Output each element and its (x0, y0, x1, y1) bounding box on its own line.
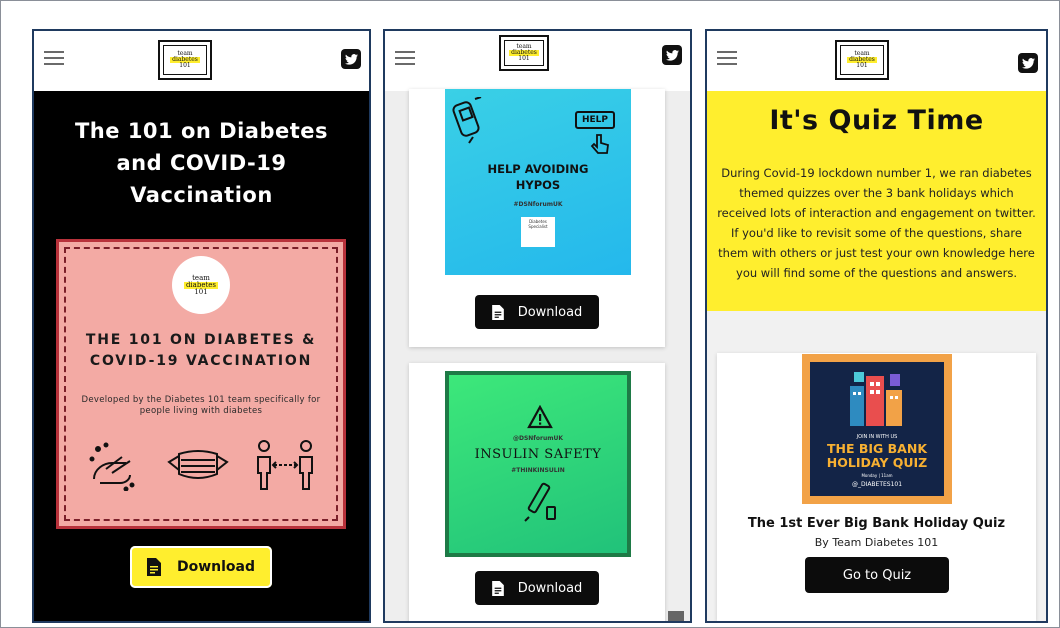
resource-card-insulin: @DSNforumUK INSULIN SAFETY #THINKINSULIN… (409, 363, 665, 621)
dsn-badge: Diabetes Specialist (521, 217, 555, 247)
download-button-label: Download (517, 304, 583, 320)
poster-subtitle: Developed by the Diabetes 101 team speci… (81, 395, 321, 416)
phone-screen-vaccination: team diabetes 101 The 101 on Diabetes an… (32, 29, 371, 623)
document-icon (146, 558, 161, 576)
insulin-tag-top: @DSNforumUK (512, 435, 564, 442)
download-button-label: Download (176, 559, 256, 575)
vaccination-section: The 101 on Diabetes and COVID-19 Vaccina… (34, 91, 369, 621)
badge-text-bot: 101 (194, 287, 208, 296)
poster-join-text: JOIN IN WITH US (856, 434, 898, 440)
quiz-description: During Covid-19 lockdown number 1, we ra… (717, 166, 1036, 280)
team-diabetes-logo[interactable]: team diabetes 101 (158, 40, 212, 80)
document-icon (491, 580, 504, 596)
collage-frame: team diabetes 101 The 101 on Diabetes an… (0, 0, 1060, 628)
insulin-safety-poster: @DSNforumUK INSULIN SAFETY #THINKINSULIN (445, 371, 631, 557)
poster-icon-row (73, 437, 329, 493)
top-bar: team diabetes 101 (385, 31, 690, 91)
hand-washing-icon (89, 442, 135, 491)
team-diabetes-logo[interactable]: team diabetes 101 (835, 40, 889, 80)
downloads-list: HELP HELP AVOIDING HYPOS #DSNforumUK Dia… (385, 89, 690, 621)
quiz-heading: It's Quiz Time (769, 105, 984, 136)
page-title: The 101 on Diabetes and COVID-19 Vaccina… (74, 119, 329, 207)
help-sign: HELP (575, 111, 615, 129)
top-bar: team diabetes 101 (707, 31, 1046, 91)
quiz-card: JOIN IN WITH US THE BIG BANK HOLIDAY QUI… (717, 353, 1036, 621)
phone-screen-downloads: team diabetes 101 HELP HELP AVOIDING HYP… (383, 29, 692, 623)
twitter-icon[interactable] (662, 45, 682, 65)
social-distancing-icon (257, 440, 314, 490)
glucose-meter-icon (452, 97, 482, 144)
quiz-poster: JOIN IN WITH US THE BIG BANK HOLIDAY QUI… (802, 354, 952, 504)
logo-text-bot: 101 (856, 62, 868, 69)
buildings-illustration (850, 372, 902, 426)
poster-schedule: Monday | 11am (861, 473, 893, 478)
team-diabetes-logo[interactable]: team diabetes 101 (499, 35, 549, 71)
download-button[interactable]: Download (130, 546, 272, 588)
quiz-hero: It's Quiz Time During Covid-19 lockdown … (707, 91, 1046, 311)
quiz-name: The 1st Ever Big Bank Holiday Quiz (747, 516, 1006, 531)
insulin-title: INSULIN SAFETY (474, 447, 602, 462)
scroll-to-top-button[interactable] (668, 611, 684, 621)
hamburger-menu-icon[interactable] (44, 51, 64, 65)
phone-screen-quiz: team diabetes 101 It's Quiz Time During … (705, 29, 1048, 623)
pointing-hand-icon (590, 134, 609, 154)
warning-icon (527, 405, 553, 429)
hypos-title-line-2: HYPOS (515, 178, 561, 192)
download-button[interactable]: Download (475, 295, 599, 329)
insulin-pen-icon (524, 482, 556, 522)
quiz-author: By Team Diabetes 101 (814, 536, 939, 549)
twitter-icon[interactable] (341, 49, 361, 69)
hypos-poster: HELP HELP AVOIDING HYPOS #DSNforumUK Dia… (445, 89, 631, 275)
hypos-hashtag: #DSNforumUK (513, 201, 563, 208)
download-button[interactable]: Download (475, 571, 599, 605)
resource-card-hypos: HELP HELP AVOIDING HYPOS #DSNforumUK Dia… (409, 89, 665, 347)
insulin-tag-bottom: #THINKINSULIN (511, 467, 565, 474)
hamburger-menu-icon[interactable] (395, 51, 415, 65)
poster-quiz-title: THE BIG BANK HOLIDAY QUIZ (826, 441, 928, 470)
vaccination-poster: team diabetes 101 THE 101 ON DIABETES & … (56, 239, 346, 529)
hamburger-menu-icon[interactable] (717, 51, 737, 65)
logo-text-bot: 101 (518, 55, 530, 62)
download-button-label: Download (517, 580, 583, 596)
poster-title: THE 101 ON DIABETES & COVID-19 VACCINATI… (85, 332, 317, 369)
document-icon (491, 304, 504, 320)
logo-text-bot: 101 (179, 62, 191, 69)
twitter-icon[interactable] (1018, 53, 1038, 73)
quiz-section: It's Quiz Time During Covid-19 lockdown … (707, 91, 1046, 621)
go-to-quiz-button[interactable]: Go to Quiz (805, 557, 949, 593)
poster-handle: @_DIABETES101 (851, 481, 903, 488)
poster-logo-badge: team diabetes 101 (172, 256, 230, 314)
hypos-title-line-1: HELP AVOIDING (487, 162, 589, 176)
face-mask-icon (167, 450, 229, 479)
top-bar: team diabetes 101 (34, 31, 369, 91)
